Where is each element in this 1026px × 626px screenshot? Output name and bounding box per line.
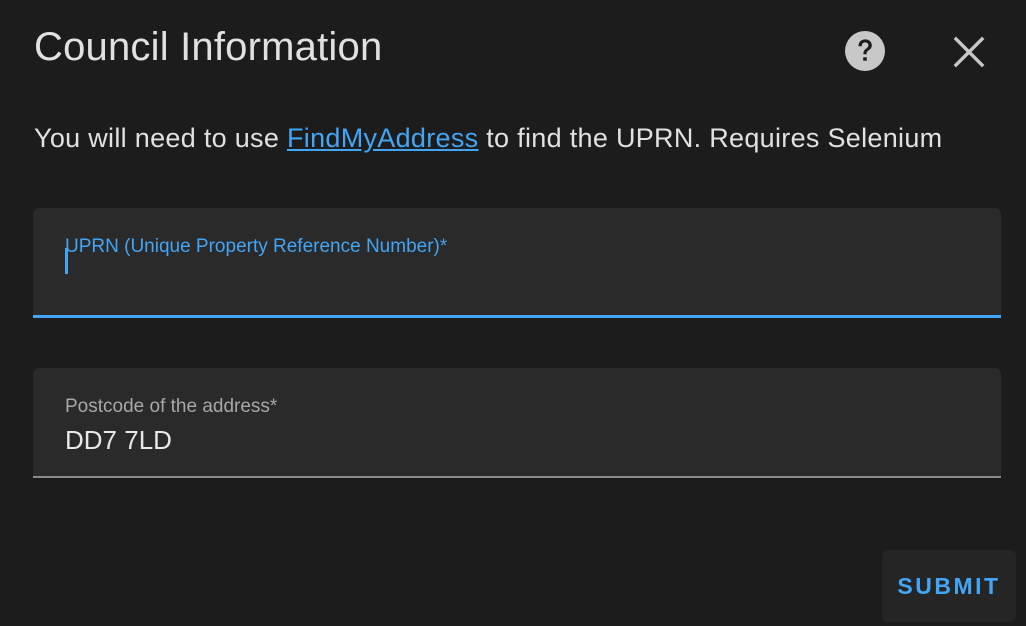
postcode-field[interactable]: Postcode of the address* — [33, 368, 1001, 478]
council-information-dialog: Council Information You will need to use… — [0, 0, 1026, 626]
postcode-input[interactable] — [65, 418, 965, 462]
close-button[interactable] — [948, 30, 990, 72]
help-button[interactable] — [844, 30, 886, 72]
postcode-field-label: Postcode of the address* — [65, 396, 278, 417]
dialog-title: Council Information — [34, 25, 383, 69]
close-icon — [953, 36, 985, 68]
uprn-input[interactable] — [65, 258, 965, 302]
submit-button[interactable]: SUBMIT — [882, 550, 1016, 622]
description-prefix: You will need to use — [34, 123, 287, 153]
findmyaddress-link[interactable]: FindMyAddress — [287, 123, 478, 153]
dialog-description: You will need to use FindMyAddress to fi… — [34, 120, 942, 156]
uprn-field-label: UPRN (Unique Property Reference Number)* — [65, 236, 448, 257]
help-circle-icon — [845, 31, 885, 71]
description-suffix: to find the UPRN. Requires Selenium — [478, 123, 943, 153]
uprn-field[interactable]: UPRN (Unique Property Reference Number)* — [33, 208, 1001, 318]
